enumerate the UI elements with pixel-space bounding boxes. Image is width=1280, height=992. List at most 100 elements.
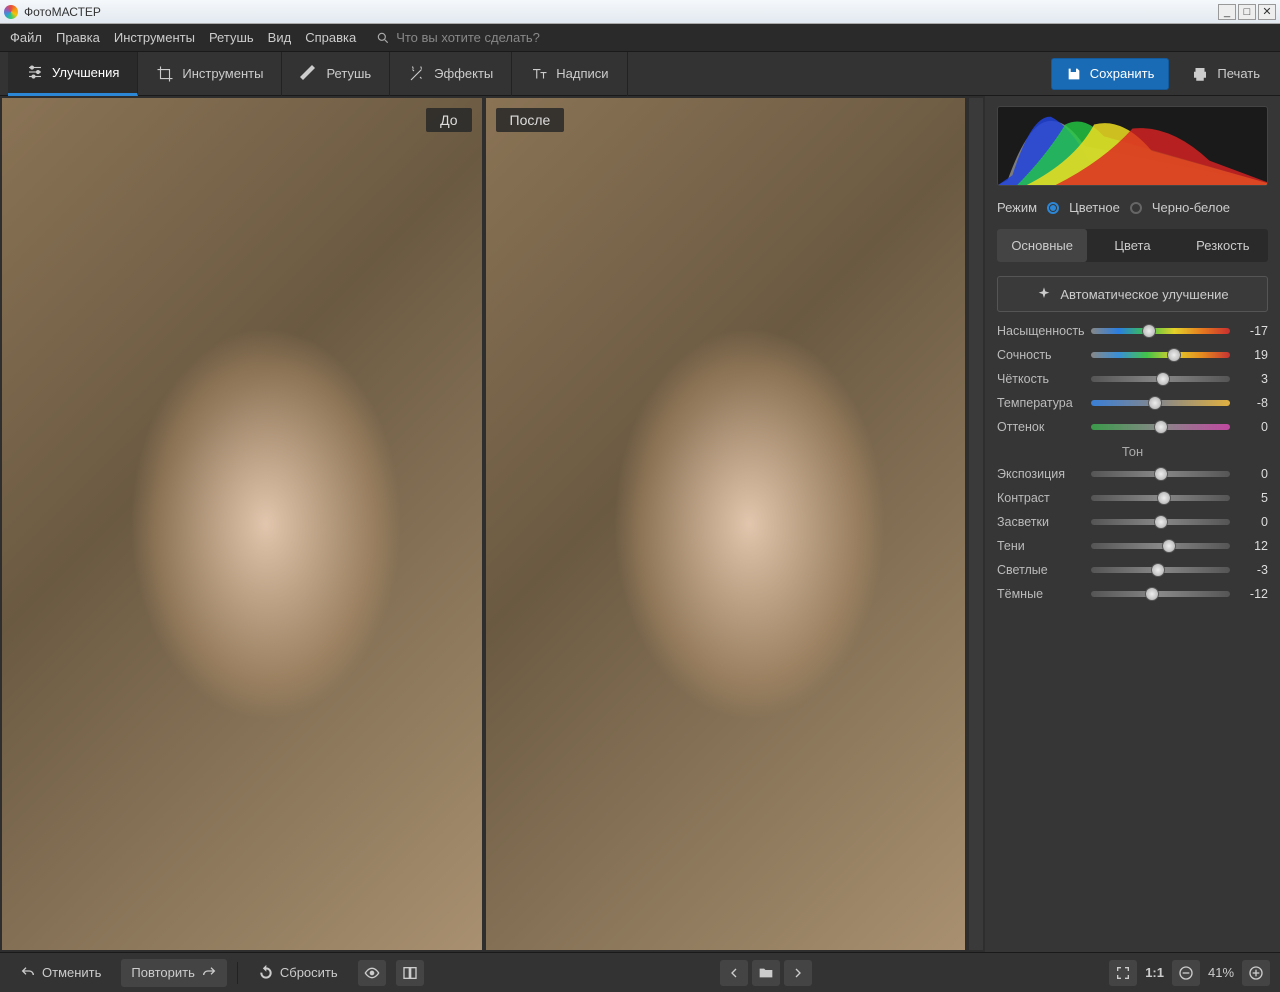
mode-bw-label[interactable]: Черно-белое <box>1152 200 1230 215</box>
sliders-icon <box>26 63 44 81</box>
slider-value: -12 <box>1238 587 1268 601</box>
slider-track[interactable] <box>1091 519 1230 525</box>
subtab-sharpness[interactable]: Резкость <box>1178 229 1268 262</box>
menu-view[interactable]: Вид <box>268 30 292 45</box>
slider-label: Светлые <box>997 563 1083 577</box>
vertical-scrollbar[interactable] <box>969 98 983 950</box>
search-icon <box>376 31 390 45</box>
print-button[interactable]: Печать <box>1179 58 1272 90</box>
compare-icon <box>402 965 418 981</box>
save-button[interactable]: Сохранить <box>1051 58 1170 90</box>
minimize-button[interactable]: _ <box>1218 4 1236 20</box>
slider-track[interactable] <box>1091 495 1230 501</box>
auto-enhance-label: Автоматическое улучшение <box>1060 287 1228 302</box>
tab-captions[interactable]: Надписи <box>512 52 627 96</box>
close-button[interactable]: ✕ <box>1258 4 1276 20</box>
menu-bar: Файл Правка Инструменты Ретушь Вид Справ… <box>0 24 1280 52</box>
print-label: Печать <box>1217 66 1260 81</box>
slider-track[interactable] <box>1091 424 1230 430</box>
slider-handle[interactable] <box>1145 587 1159 601</box>
redo-button[interactable]: Повторить <box>121 959 226 987</box>
tab-effects[interactable]: Эффекты <box>390 52 512 96</box>
zoom-ratio[interactable]: 1:1 <box>1145 965 1164 980</box>
slider-label: Тени <box>997 539 1083 553</box>
redo-label: Повторить <box>131 965 194 980</box>
auto-enhance-button[interactable]: Автоматическое улучшение <box>997 276 1268 312</box>
slider-handle[interactable] <box>1148 396 1162 410</box>
slider-handle[interactable] <box>1167 348 1181 362</box>
mode-color-label[interactable]: Цветное <box>1069 200 1120 215</box>
search-box[interactable]: Что вы хотите сделать? <box>376 30 540 45</box>
compare-button[interactable] <box>396 960 424 986</box>
slider-handle[interactable] <box>1151 563 1165 577</box>
slider-label: Насыщенность <box>997 324 1083 338</box>
sparkle-icon <box>1036 286 1052 302</box>
slider-track[interactable] <box>1091 543 1230 549</box>
slider-handle[interactable] <box>1156 372 1170 386</box>
before-label: До <box>426 108 471 132</box>
undo-icon <box>20 965 36 981</box>
slider-value: 5 <box>1238 491 1268 505</box>
menu-help[interactable]: Справка <box>305 30 356 45</box>
radio-bw[interactable] <box>1130 202 1142 214</box>
slider-row: Насыщенность -17 <box>997 324 1268 338</box>
side-panel: Режим Цветное Черно-белое Основные Цвета… <box>985 96 1280 952</box>
maximize-button[interactable]: □ <box>1238 4 1256 20</box>
preview-button[interactable] <box>358 960 386 986</box>
slider-label: Засветки <box>997 515 1083 529</box>
menu-tools[interactable]: Инструменты <box>114 30 195 45</box>
subtab-basic[interactable]: Основные <box>997 229 1087 262</box>
tab-enhance[interactable]: Улучшения <box>8 52 138 96</box>
histogram[interactable] <box>997 106 1268 186</box>
slider-label: Тёмные <box>997 587 1083 601</box>
menu-retouch[interactable]: Ретушь <box>209 30 254 45</box>
tab-retouch[interactable]: Ретушь <box>282 52 390 96</box>
slider-track[interactable] <box>1091 376 1230 382</box>
slider-label: Температура <box>997 396 1083 410</box>
reset-button[interactable]: Сбросить <box>248 959 348 987</box>
slider-track[interactable] <box>1091 328 1230 334</box>
chevron-left-icon <box>726 965 742 981</box>
slider-handle[interactable] <box>1154 467 1168 481</box>
zoom-out-button[interactable] <box>1172 960 1200 986</box>
fit-button[interactable] <box>1109 960 1137 986</box>
tone-header: Тон <box>997 444 1268 459</box>
zoom-in-button[interactable] <box>1242 960 1270 986</box>
slider-track[interactable] <box>1091 352 1230 358</box>
slider-track[interactable] <box>1091 471 1230 477</box>
slider-track[interactable] <box>1091 591 1230 597</box>
undo-button[interactable]: Отменить <box>10 959 111 987</box>
slider-track[interactable] <box>1091 400 1230 406</box>
slider-value: 0 <box>1238 467 1268 481</box>
slider-value: 0 <box>1238 515 1268 529</box>
tab-tools[interactable]: Инструменты <box>138 52 282 96</box>
crop-icon <box>156 65 174 83</box>
slider-handle[interactable] <box>1154 420 1168 434</box>
eye-icon <box>364 965 380 981</box>
canvas-before[interactable]: До <box>2 98 482 950</box>
subtab-colors[interactable]: Цвета <box>1087 229 1177 262</box>
next-button[interactable] <box>784 960 812 986</box>
slider-handle[interactable] <box>1157 491 1171 505</box>
slider-value: 0 <box>1238 420 1268 434</box>
prev-button[interactable] <box>720 960 748 986</box>
menu-edit[interactable]: Правка <box>56 30 100 45</box>
slider-track[interactable] <box>1091 567 1230 573</box>
app-title: ФотоМАСТЕР <box>24 5 101 19</box>
slider-row: Тёмные -12 <box>997 587 1268 601</box>
zoom-value[interactable]: 41% <box>1208 965 1234 980</box>
canvas-after[interactable]: После <box>486 98 966 950</box>
redo-icon <box>201 965 217 981</box>
radio-color[interactable] <box>1047 202 1059 214</box>
save-icon <box>1066 66 1082 82</box>
menu-file[interactable]: Файл <box>10 30 42 45</box>
minus-icon <box>1178 965 1194 981</box>
slider-handle[interactable] <box>1142 324 1156 338</box>
slider-handle[interactable] <box>1154 515 1168 529</box>
mode-row: Режим Цветное Черно-белое <box>997 200 1268 215</box>
reset-label: Сбросить <box>280 965 338 980</box>
slider-handle[interactable] <box>1162 539 1176 553</box>
browse-button[interactable] <box>752 960 780 986</box>
fit-icon <box>1115 965 1131 981</box>
text-icon <box>530 65 548 83</box>
